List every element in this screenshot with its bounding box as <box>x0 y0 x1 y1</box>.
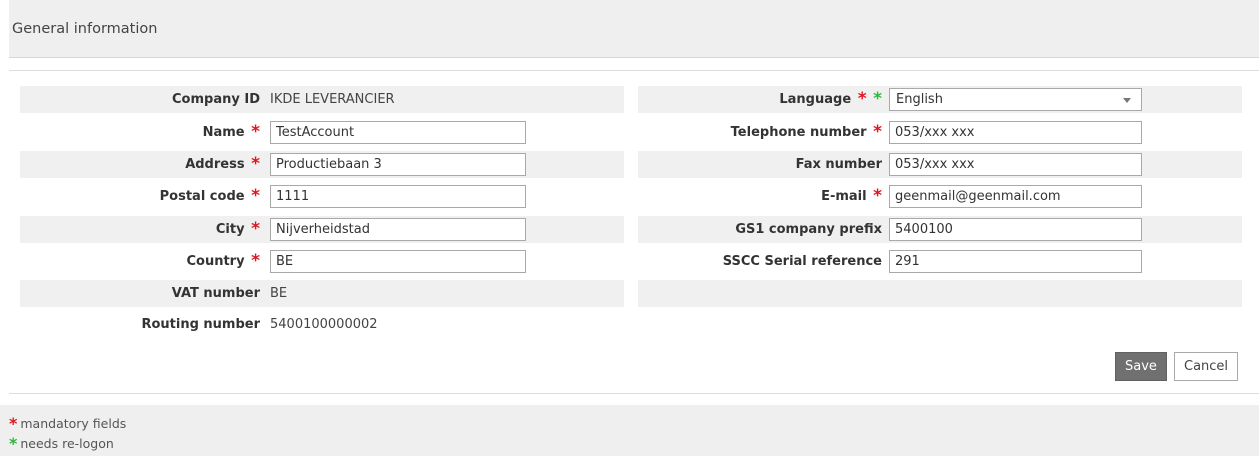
relogon-marker: * <box>9 434 18 453</box>
field-row-sscc-serial: SSCC Serial reference 291 <box>638 248 1242 275</box>
field-label-telephone: Telephone number * <box>730 122 882 142</box>
email-field[interactable]: geenmail@geenmail.com <box>889 185 1142 208</box>
mandatory-marker: * <box>251 251 260 271</box>
legend-mandatory-text: mandatory fields <box>20 416 127 431</box>
field-label-country: Country * <box>186 251 260 271</box>
legend-relogon: * needs re-logon <box>9 434 114 453</box>
cancel-button[interactable]: Cancel <box>1174 352 1239 381</box>
mandatory-marker: * <box>251 122 260 142</box>
field-row-country: Country * BE <box>20 248 624 275</box>
mandatory-marker: * <box>251 154 260 174</box>
sscc-serial-field[interactable]: 291 <box>889 250 1142 273</box>
legend-relogon-text: needs re-logon <box>20 436 114 451</box>
field-row-email: E-mail * geenmail@geenmail.com <box>638 183 1242 210</box>
divider <box>9 393 1259 394</box>
field-row-gs1-prefix: GS1 company prefix 5400100 <box>638 216 1242 243</box>
field-row-postal-code: Postal code * 1111 <box>20 183 624 210</box>
field-label-gs1-prefix: GS1 company prefix <box>735 222 882 237</box>
mandatory-marker: * <box>857 89 867 109</box>
legend-panel: * mandatory fields * needs re-logon <box>0 405 1259 456</box>
divider <box>9 70 1259 71</box>
gs1-prefix-field[interactable]: 5400100 <box>889 218 1142 241</box>
empty-row <box>638 280 1242 307</box>
mandatory-marker: * <box>251 219 260 239</box>
field-label-company-id: Company ID <box>172 92 260 107</box>
mandatory-marker: * <box>873 186 882 206</box>
field-row-address: Address * Productiebaan 3 <box>20 151 624 178</box>
mandatory-marker: * <box>251 186 260 206</box>
telephone-field[interactable]: 053/xxx xxx <box>889 121 1142 144</box>
field-label-city: City * <box>215 219 260 239</box>
field-label-sscc-serial: SSCC Serial reference <box>722 254 882 269</box>
save-button[interactable]: Save <box>1115 352 1167 381</box>
company-id-value: IKDE LEVERANCIER <box>270 92 395 107</box>
postal-code-field[interactable]: 1111 <box>270 185 526 208</box>
field-row-company-id: Company ID IKDE LEVERANCIER <box>20 86 624 113</box>
field-row-vat-number: VAT number BE <box>20 280 624 307</box>
section-title: General information <box>12 21 158 37</box>
field-label-address: Address * <box>185 154 260 174</box>
field-row-telephone: Telephone number * 053/xxx xxx <box>638 119 1242 146</box>
field-label-postal-code: Postal code * <box>159 186 260 206</box>
name-field[interactable]: TestAccount <box>270 121 526 144</box>
country-field[interactable]: BE <box>270 250 526 273</box>
field-label-language: Language * * <box>779 89 882 109</box>
chevron-down-icon <box>1123 98 1131 103</box>
legend-mandatory: * mandatory fields <box>9 414 126 433</box>
field-label-routing-number: Routing number <box>141 317 260 332</box>
field-row-routing-number: Routing number 5400100000002 <box>20 311 624 338</box>
section-header: General information <box>9 0 1259 58</box>
fax-field[interactable]: 053/xxx xxx <box>889 153 1142 176</box>
field-row-language: Language * * English <box>638 86 1242 113</box>
field-row-name: Name * TestAccount <box>20 119 624 146</box>
field-row-fax: Fax number 053/xxx xxx <box>638 151 1242 178</box>
field-row-city: City * Nijverheidstad <box>20 216 624 243</box>
address-field[interactable]: Productiebaan 3 <box>270 153 526 176</box>
field-label-email: E-mail * <box>821 186 882 206</box>
field-label-name: Name * <box>202 122 260 142</box>
language-selected-value: English <box>896 92 943 107</box>
city-field[interactable]: Nijverheidstad <box>270 218 526 241</box>
vat-number-value: BE <box>270 286 288 301</box>
language-select[interactable]: English <box>889 88 1142 111</box>
relogon-marker: * <box>873 89 882 109</box>
mandatory-marker: * <box>9 414 18 433</box>
field-label-fax: Fax number <box>795 157 882 172</box>
mandatory-marker: * <box>873 122 882 142</box>
field-label-vat-number: VAT number <box>171 286 260 301</box>
routing-number-value: 5400100000002 <box>270 317 378 332</box>
